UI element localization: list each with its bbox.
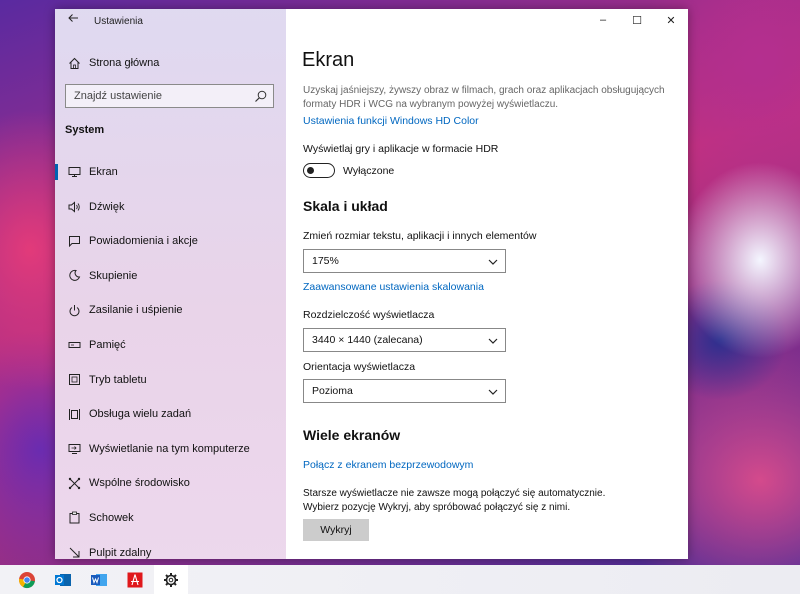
resolution-dropdown[interactable]: 3440 × 1440 (zalecana) [303, 328, 506, 352]
hdr-toggle[interactable] [303, 163, 335, 178]
home-nav-item[interactable]: Strona główna [55, 51, 286, 75]
orientation-label: Orientacja wyświetlacza [303, 361, 416, 373]
sidebar-item-power[interactable]: Zasilanie i uśpienie [55, 293, 286, 328]
multiple-displays-text: Starsze wyświetlacze nie zawsze mogą poł… [303, 487, 663, 515]
clipboard-icon [67, 511, 81, 525]
outlook-icon[interactable] [46, 565, 80, 594]
orientation-dropdown[interactable]: Pozioma [303, 379, 506, 403]
sidebar-item-multitasking[interactable]: Obsługa wielu zadań [55, 397, 286, 432]
toggle-knob [307, 166, 314, 174]
sidebar-item-label: Skupienie [89, 269, 138, 282]
sidebar-item-shared-experiences[interactable]: Wspólne środowisko [55, 466, 286, 501]
hdr-settings-link[interactable]: Ustawienia funkcji Windows HD Color [303, 115, 479, 127]
advanced-scaling-link[interactable]: Zaawansowane ustawienia skalowania [303, 281, 484, 293]
sidebar-item-label: Ekran [89, 166, 118, 178]
sidebar-item-remote-desktop[interactable]: Pulpit zdalny [55, 536, 286, 559]
app-title: Ustawienia [94, 16, 143, 27]
chevron-down-icon [487, 255, 499, 267]
acrobat-icon[interactable] [118, 565, 152, 594]
home-icon [67, 56, 81, 70]
hdr-toggle-label: Wyświetlaj gry i aplikacje w formacie HD… [303, 143, 499, 155]
sidebar-item-label: Wspólne środowisko [89, 477, 190, 490]
sidebar-item-display[interactable]: Ekran [55, 155, 286, 190]
content-pane: – ☐ ✕ Ekran Uzyskaj jaśniejszy, żywszy o… [286, 9, 688, 559]
sidebar-item-label: Pulpit zdalny [89, 546, 152, 559]
window-controls: – ☐ ✕ [586, 9, 688, 31]
shared-experiences-icon [67, 476, 81, 490]
orientation-value: Pozioma [312, 385, 353, 397]
minimize-icon[interactable]: – [586, 9, 620, 31]
chevron-down-icon [487, 334, 499, 346]
speaker-icon [67, 200, 81, 214]
notification-icon [67, 234, 81, 248]
word-icon[interactable] [82, 565, 116, 594]
remote-desktop-icon [67, 546, 81, 559]
sidebar: Ustawienia Strona główna System Ekran [55, 9, 286, 559]
sidebar-item-label: Tryb tabletu [89, 373, 147, 386]
storage-icon [67, 338, 81, 352]
power-icon [67, 303, 81, 317]
scale-dropdown[interactable]: 175% [303, 249, 506, 273]
chrome-icon[interactable] [10, 565, 44, 594]
sidebar-item-clipboard[interactable]: Schowek [55, 501, 286, 536]
resolution-value: 3440 × 1440 (zalecana) [312, 334, 423, 346]
tablet-icon [67, 373, 81, 387]
sidebar-item-label: Dźwięk [89, 200, 125, 213]
settings-gear-icon[interactable] [154, 565, 188, 594]
multitasking-icon [67, 407, 81, 421]
sidebar-item-label: Powiadomienia i akcje [89, 235, 198, 248]
page-title: Ekran [302, 49, 355, 71]
chevron-down-icon [487, 385, 499, 397]
sidebar-item-storage[interactable]: Pamięć [55, 328, 286, 363]
sidebar-item-label: Wyświetlanie na tym komputerze [89, 442, 250, 455]
wireless-display-link[interactable]: Połącz z ekranem bezprzewodowym [303, 459, 473, 471]
sidebar-nav: Ekran Dźwięk Powiadomienia i akcje Skupi… [55, 155, 286, 559]
sidebar-item-label: Obsługa wielu zadań [89, 408, 192, 421]
scale-value: 175% [312, 255, 339, 267]
search-box[interactable] [65, 84, 274, 108]
sidebar-item-focus[interactable]: Skupienie [55, 259, 286, 294]
back-arrow-icon[interactable] [63, 12, 83, 30]
scale-layout-header: Skala i układ [303, 198, 388, 214]
sidebar-item-sound[interactable]: Dźwięk [55, 190, 286, 225]
scale-label: Zmień rozmiar tekstu, aplikacji i innych… [303, 230, 537, 242]
moon-icon [67, 269, 81, 283]
sidebar-item-projecting[interactable]: Wyświetlanie na tym komputerze [55, 432, 286, 467]
sidebar-item-notifications[interactable]: Powiadomienia i akcje [55, 224, 286, 259]
sidebar-item-tablet-mode[interactable]: Tryb tabletu [55, 363, 286, 398]
close-icon[interactable]: ✕ [654, 9, 688, 31]
multiple-displays-text-line: Wybierz pozycję Wykryj, aby spróbować po… [303, 502, 571, 513]
home-label: Strona główna [89, 57, 160, 69]
sidebar-item-label: Schowek [89, 511, 134, 524]
settings-window: Ustawienia Strona główna System Ekran [55, 9, 688, 559]
multiple-displays-text-line: Starsze wyświetlacze nie zawsze mogą poł… [303, 488, 606, 499]
search-icon[interactable] [254, 89, 268, 103]
title-bar: Ustawienia [55, 9, 286, 33]
taskbar [0, 565, 800, 594]
sidebar-item-label: Zasilanie i uśpienie [89, 304, 183, 317]
hdr-description: Uzyskaj jaśniejszy, żywszy obraz w filma… [303, 85, 665, 110]
search-input[interactable] [66, 85, 246, 107]
sidebar-item-label: Pamięć [89, 338, 126, 351]
projecting-icon [67, 442, 81, 456]
resolution-label: Rozdzielczość wyświetlacza [303, 309, 435, 321]
hdr-toggle-state: Wyłączone [343, 165, 395, 177]
maximize-icon[interactable]: ☐ [620, 9, 654, 31]
detect-button[interactable]: Wykryj [303, 519, 369, 541]
monitor-icon [67, 165, 81, 179]
multiple-displays-header: Wiele ekranów [303, 427, 401, 443]
section-header-system: System [65, 124, 105, 136]
